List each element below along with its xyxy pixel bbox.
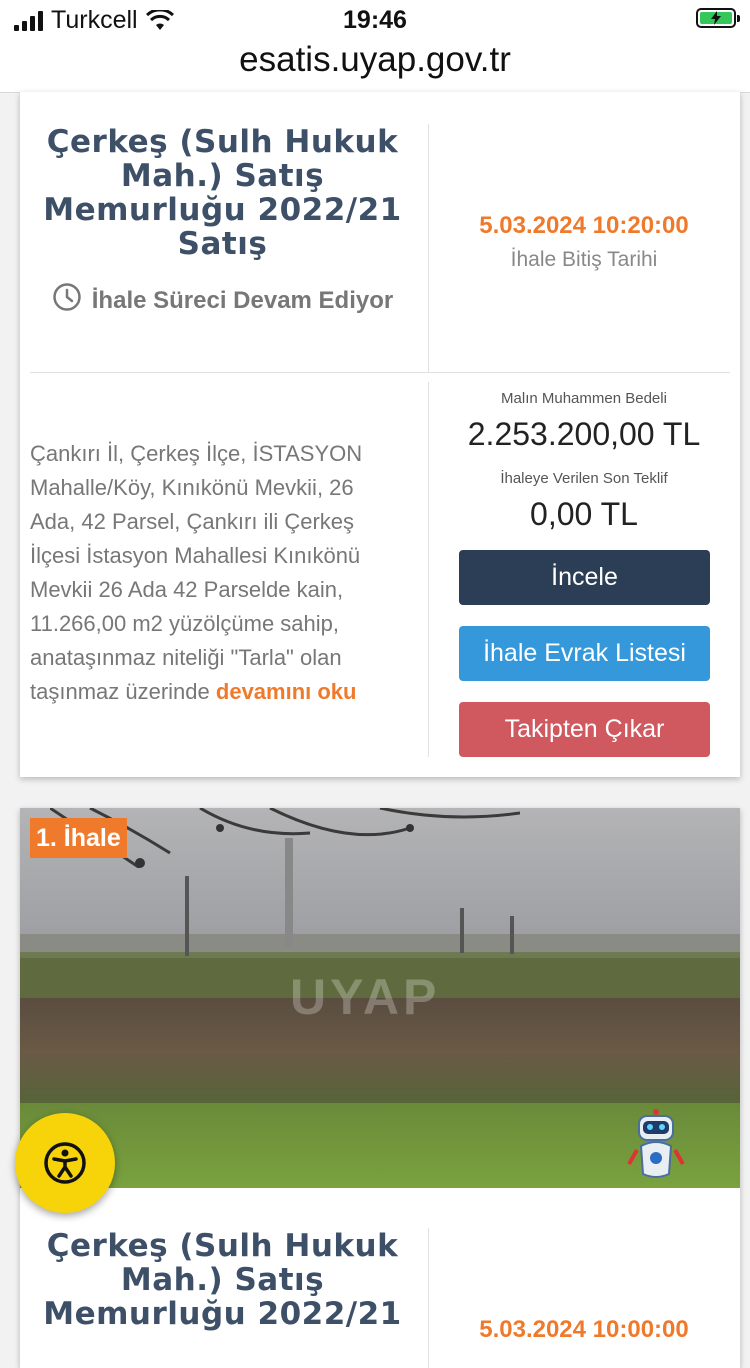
end-date: 5.03.2024 10:00:00 xyxy=(479,1316,689,1343)
accessibility-button[interactable] xyxy=(15,1113,115,1213)
clock-icon xyxy=(53,283,81,311)
estimated-value-label: Malın Muhammen Bedeli xyxy=(501,390,667,407)
last-bid: 0,00 TL xyxy=(530,496,638,532)
utility-pole xyxy=(460,908,464,953)
listing-description: Çankırı İl, Çerkeş İlçe, İSTASYON Mahall… xyxy=(30,437,400,709)
utility-pole xyxy=(510,916,514,954)
read-more-link[interactable]: devamını oku xyxy=(216,679,357,704)
row-divider xyxy=(30,372,730,373)
clock-time: 19:46 xyxy=(343,6,407,34)
power-pylon xyxy=(285,838,293,948)
unfollow-button[interactable]: Takipten Çıkar xyxy=(459,702,710,757)
url-text: esatis.uyap.gov.tr xyxy=(239,40,511,79)
auction-status: İhale Süreci Devam Ediyor xyxy=(40,282,405,319)
utility-pole xyxy=(185,876,189,956)
photo-horizon xyxy=(20,934,740,952)
address-bar[interactable]: esatis.uyap.gov.tr xyxy=(0,40,750,93)
robot-assistant-icon[interactable] xyxy=(625,1108,695,1183)
auction-listing-card: UYAP 1. İhale Çerkeş (Sulh Hukuk Mah.) S… xyxy=(20,808,740,1368)
listing-title[interactable]: Çerkeş (Sulh Hukuk Mah.) Satış Memurluğu… xyxy=(30,1229,415,1331)
last-bid-label: İhaleye Verilen Son Teklif xyxy=(500,470,668,487)
column-divider xyxy=(428,1228,429,1368)
auction-round-badge: 1. İhale xyxy=(30,818,127,858)
battery-charging-icon xyxy=(696,8,740,28)
auction-listing-card: Çerkeş (Sulh Hukuk Mah.) Satış Memurluğu… xyxy=(20,92,740,777)
uyap-watermark: UYAP xyxy=(290,969,441,1025)
listing-title[interactable]: Çerkeş (Sulh Hukuk Mah.) Satış Memurluğu… xyxy=(30,125,415,261)
documents-list-button[interactable]: İhale Evrak Listesi xyxy=(459,626,710,681)
end-date: 5.03.2024 10:20:00 xyxy=(479,212,689,239)
property-photo[interactable]: UYAP 1. İhale xyxy=(20,808,740,1188)
accessibility-icon xyxy=(44,1142,86,1184)
inspect-button[interactable]: İncele xyxy=(459,550,710,605)
end-date-label: İhale Bitiş Tarihi xyxy=(510,248,658,271)
description-text: Çankırı İl, Çerkeş İlçe, İSTASYON Mahall… xyxy=(30,441,363,704)
estimated-value: 2.253.200,00 TL xyxy=(467,416,701,452)
auction-status-text: İhale Süreci Devam Ediyor xyxy=(91,287,394,314)
status-bar: Turkcell 19:46 xyxy=(0,0,750,40)
